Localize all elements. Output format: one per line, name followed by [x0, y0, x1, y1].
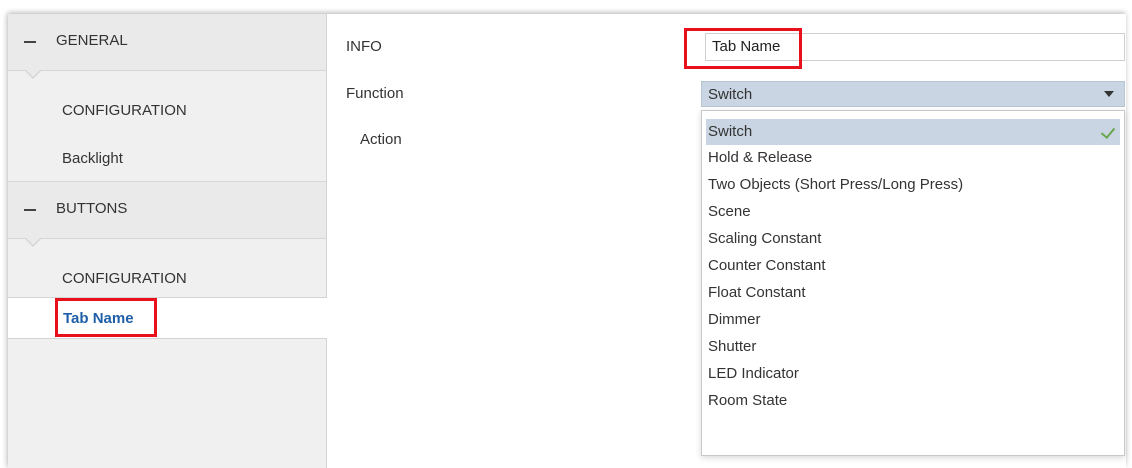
sidebar-section-buttons[interactable]: BUTTONS: [8, 181, 326, 247]
function-select-value: Switch: [708, 86, 753, 103]
collapse-icon[interactable]: [24, 209, 36, 211]
sidebar-item-label: CONFIGURATION: [62, 102, 187, 119]
sidebar-item-label: CONFIGURATION: [62, 270, 187, 287]
function-select[interactable]: Switch: [701, 81, 1125, 107]
dropdown-option[interactable]: Shutter: [706, 334, 1120, 360]
dropdown-option[interactable]: Dimmer: [706, 307, 1120, 333]
checkmark-icon: [1100, 123, 1116, 140]
function-label: Function: [346, 85, 404, 102]
sidebar-section-label: BUTTONS: [56, 200, 128, 217]
dropdown-option[interactable]: Room State: [706, 388, 1120, 414]
sidebar-section-label: GENERAL: [56, 32, 128, 49]
parameter-panel: INFO Tab Name Function Switch Action Swi…: [327, 14, 1126, 468]
dropdown-arrow-icon[interactable]: [1104, 91, 1114, 97]
dropdown-option[interactable]: Float Constant: [706, 280, 1120, 306]
sidebar-item-label: Backlight: [62, 150, 123, 167]
info-label: INFO: [346, 38, 382, 55]
collapse-icon[interactable]: [24, 41, 36, 43]
dropdown-option[interactable]: Scene: [706, 199, 1120, 225]
sidebar-item-general-configuration[interactable]: CONFIGURATION: [8, 90, 326, 130]
section-notch: [24, 237, 42, 247]
sidebar-section-general[interactable]: GENERAL: [8, 14, 326, 79]
dropdown-option[interactable]: Counter Constant: [706, 253, 1120, 279]
sidebar-item-backlight[interactable]: Backlight: [8, 138, 326, 178]
highlight-box: [684, 28, 802, 69]
dropdown-option[interactable]: Hold & Release: [706, 145, 1120, 171]
sidebar: GENERAL CONFIGURATION Backlight BUTTONS …: [8, 14, 327, 468]
app-window: GENERAL CONFIGURATION Backlight BUTTONS …: [8, 14, 1126, 468]
highlight-box: [55, 298, 157, 337]
dropdown-option[interactable]: LED Indicator: [706, 361, 1120, 387]
dropdown-option[interactable]: Switch: [706, 119, 1120, 145]
dropdown-option[interactable]: Scaling Constant: [706, 226, 1120, 252]
action-label: Action: [360, 131, 402, 148]
function-dropdown-list: Switch Hold & Release Two Objects (Short…: [701, 110, 1125, 456]
dropdown-option[interactable]: Two Objects (Short Press/Long Press): [706, 172, 1120, 198]
sidebar-item-buttons-configuration[interactable]: CONFIGURATION: [8, 258, 326, 298]
section-notch: [24, 69, 42, 79]
